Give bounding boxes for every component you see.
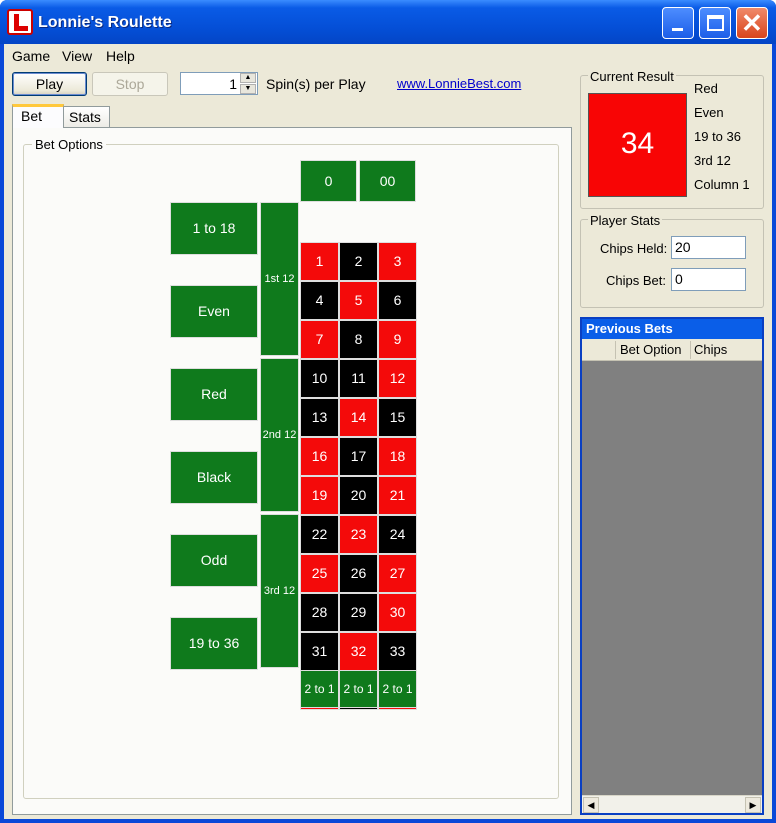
title-bar[interactable]: Lonnie's Roulette ✕ <box>0 0 776 44</box>
bet-column-2[interactable]: 2 to 1 <box>339 670 378 708</box>
bet-outside-even[interactable]: Even <box>170 285 258 338</box>
website-link[interactable]: www.LonnieBest.com <box>397 76 521 91</box>
close-button[interactable]: ✕ <box>736 7 768 39</box>
bet-number-25[interactable]: 25 <box>300 554 339 593</box>
previous-bets-list[interactable]: Previous Bets Bet Option Chips ◀ ▶ <box>580 317 764 815</box>
bet-number-16[interactable]: 16 <box>300 437 339 476</box>
stepper-down-icon[interactable]: ▼ <box>240 84 256 94</box>
bet-number-21[interactable]: 21 <box>378 476 417 515</box>
maximize-button[interactable] <box>699 7 731 39</box>
bet-number-30[interactable]: 30 <box>378 593 417 632</box>
previous-bets-title: Previous Bets <box>582 319 762 339</box>
bet-outside-19-to-36[interactable]: 19 to 36 <box>170 617 258 670</box>
bet-number-29[interactable]: 29 <box>339 593 378 632</box>
bet-number-10[interactable]: 10 <box>300 359 339 398</box>
spins-stepper[interactable]: 1 ▲ ▼ <box>180 72 258 95</box>
bet-number-20[interactable]: 20 <box>339 476 378 515</box>
bet-zero-double[interactable]: 00 <box>359 160 416 202</box>
client-area: Game View Help Play Stop 1 ▲ ▼ Spin(s) p… <box>4 44 772 819</box>
bet-outside-red[interactable]: Red <box>170 368 258 421</box>
bet-dozen-3[interactable]: 3rd 12 <box>260 514 299 668</box>
bet-number-32[interactable]: 32 <box>339 632 378 671</box>
bet-zero-single[interactable]: 0 <box>300 160 357 202</box>
bet-number-23[interactable]: 23 <box>339 515 378 554</box>
bet-number-8[interactable]: 8 <box>339 320 378 359</box>
close-icon: ✕ <box>741 8 763 38</box>
result-column: Column 1 <box>694 177 750 192</box>
bet-number-9[interactable]: 9 <box>378 320 417 359</box>
play-button[interactable]: Play <box>12 72 87 96</box>
bet-number-2[interactable]: 2 <box>339 242 378 281</box>
bet-column-3[interactable]: 2 to 1 <box>378 670 417 708</box>
chips-held-label: Chips Held: <box>600 241 668 256</box>
minimize-button[interactable] <box>662 7 694 39</box>
tab-bet[interactable]: Bet <box>12 104 64 128</box>
chips-bet-field[interactable]: 0 <box>671 268 746 291</box>
menu-game[interactable]: Game <box>12 48 50 64</box>
bet-number-33[interactable]: 33 <box>378 632 417 671</box>
maximize-icon <box>707 15 724 31</box>
result-number: 34 <box>588 93 687 197</box>
bet-number-1[interactable]: 1 <box>300 242 339 281</box>
bet-number-27[interactable]: 27 <box>378 554 417 593</box>
spins-label: Spin(s) per Play <box>266 76 366 92</box>
bet-dozen-2[interactable]: 2nd 12 <box>260 358 299 512</box>
bet-number-17[interactable]: 17 <box>339 437 378 476</box>
app-window: Lonnie's Roulette ✕ Game View Help Play … <box>0 0 776 823</box>
chips-held-field[interactable]: 20 <box>671 236 746 259</box>
bet-dozen-1[interactable]: 1st 12 <box>260 202 299 356</box>
bet-outside-black[interactable]: Black <box>170 451 258 504</box>
bet-number-18[interactable]: 18 <box>378 437 417 476</box>
menu-view[interactable]: View <box>62 48 92 64</box>
result-parity: Even <box>694 105 724 120</box>
bet-number-3[interactable]: 3 <box>378 242 417 281</box>
current-result-title: Current Result <box>588 69 676 84</box>
spins-value[interactable]: 1 <box>229 76 237 92</box>
bet-number-4[interactable]: 4 <box>300 281 339 320</box>
column-separator <box>690 341 691 359</box>
tab-stats[interactable]: Stats <box>62 106 110 128</box>
stop-button[interactable]: Stop <box>92 72 168 96</box>
bet-number-15[interactable]: 15 <box>378 398 417 437</box>
scroll-left-icon[interactable]: ◀ <box>583 797 599 813</box>
bet-number-5[interactable]: 5 <box>339 281 378 320</box>
col-chips[interactable]: Chips <box>694 342 727 357</box>
previous-bets-header: Bet Option Chips <box>582 339 762 361</box>
window-title: Lonnie's Roulette <box>38 14 172 31</box>
bet-number-14[interactable]: 14 <box>339 398 378 437</box>
scroll-right-icon[interactable]: ▶ <box>745 797 761 813</box>
bet-number-11[interactable]: 11 <box>339 359 378 398</box>
bet-column-1[interactable]: 2 to 1 <box>300 670 339 708</box>
minimize-icon <box>672 28 683 31</box>
stepper-up-icon[interactable]: ▲ <box>240 73 256 83</box>
bet-number-7[interactable]: 7 <box>300 320 339 359</box>
bet-number-31[interactable]: 31 <box>300 632 339 671</box>
bet-outside-odd[interactable]: Odd <box>170 534 258 587</box>
chips-bet-label: Chips Bet: <box>606 273 666 288</box>
bet-number-12[interactable]: 12 <box>378 359 417 398</box>
menu-help[interactable]: Help <box>106 48 135 64</box>
bet-number-26[interactable]: 26 <box>339 554 378 593</box>
result-color: Red <box>694 81 718 96</box>
player-stats-title: Player Stats <box>588 213 663 228</box>
bet-number-6[interactable]: 6 <box>378 281 417 320</box>
bet-number-22[interactable]: 22 <box>300 515 339 554</box>
result-dozen: 3rd 12 <box>694 153 731 168</box>
player-stats-group <box>580 219 764 308</box>
menu-bar: Game View Help <box>4 44 772 68</box>
horizontal-scrollbar[interactable]: ◀ ▶ <box>582 795 762 813</box>
bet-options-title: Bet Options <box>32 137 106 152</box>
column-separator <box>615 341 616 359</box>
bet-outside-1-to-18[interactable]: 1 to 18 <box>170 202 258 255</box>
bet-number-19[interactable]: 19 <box>300 476 339 515</box>
app-logo-icon <box>7 9 33 35</box>
bet-number-24[interactable]: 24 <box>378 515 417 554</box>
bet-number-28[interactable]: 28 <box>300 593 339 632</box>
result-half: 19 to 36 <box>694 129 741 144</box>
bet-number-13[interactable]: 13 <box>300 398 339 437</box>
col-bet-option[interactable]: Bet Option <box>620 342 681 357</box>
